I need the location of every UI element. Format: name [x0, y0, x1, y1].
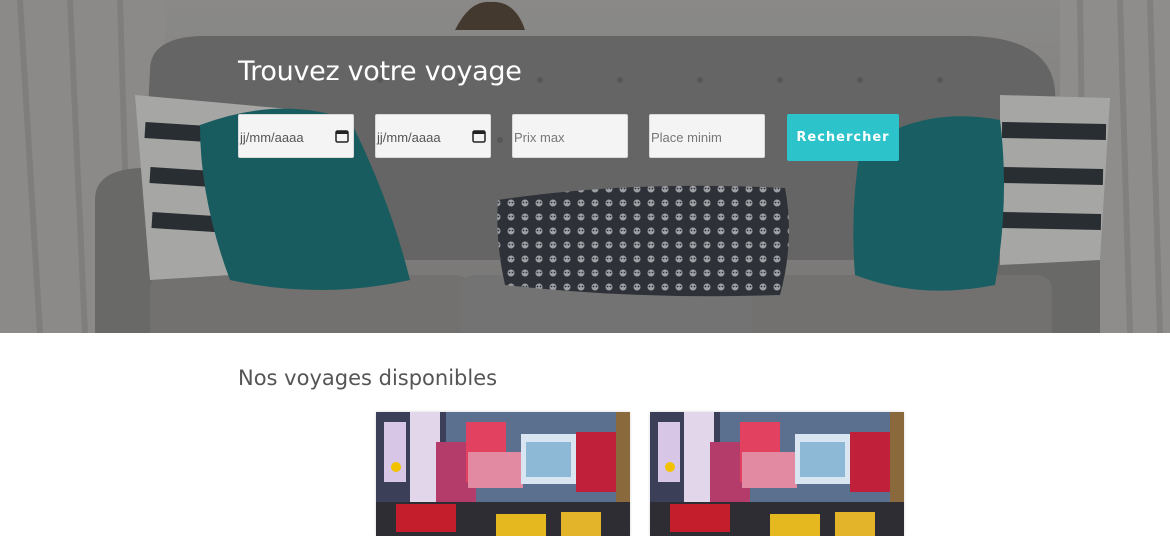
trip-card-image: [650, 412, 904, 536]
calendar-icon[interactable]: [335, 129, 349, 143]
min-seats-input[interactable]: Place minim: [649, 114, 765, 158]
start-date-value: jj/mm/aaaa: [240, 130, 304, 145]
trip-card-image: [376, 412, 630, 536]
hero-title: Trouvez votre voyage: [238, 56, 522, 87]
end-date-input[interactable]: jj/mm/aaaa: [375, 114, 491, 158]
hero-background-image: [0, 0, 1170, 333]
section-title-trips: Nos voyages disponibles: [238, 366, 498, 390]
start-date-input[interactable]: jj/mm/aaaa: [238, 114, 354, 158]
max-price-placeholder: Prix max: [514, 130, 565, 145]
max-price-input[interactable]: Prix max: [512, 114, 628, 158]
end-date-value: jj/mm/aaaa: [377, 130, 441, 145]
hero-banner: Trouvez votre voyage jj/mm/aaaa jj/mm/aa…: [0, 0, 1170, 333]
trip-card[interactable]: [650, 412, 904, 536]
trip-card[interactable]: [376, 412, 630, 536]
min-seats-placeholder: Place minim: [651, 130, 722, 145]
search-button[interactable]: Rechercher: [787, 114, 899, 161]
calendar-icon[interactable]: [472, 129, 486, 143]
